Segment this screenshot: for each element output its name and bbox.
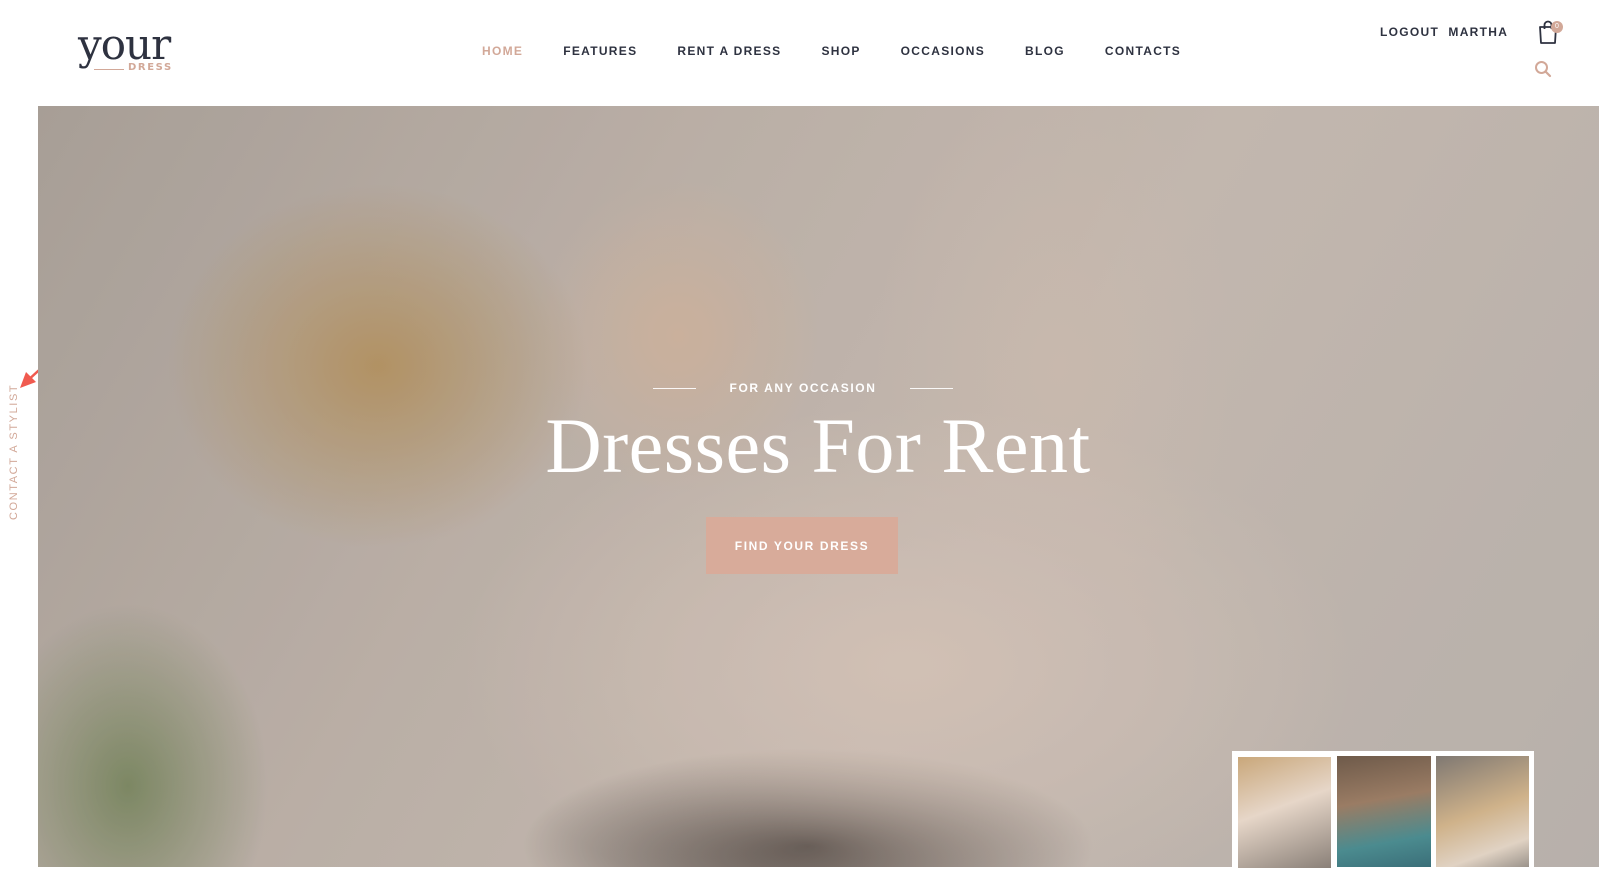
cart-count-badge: 0 — [1551, 21, 1563, 33]
eyebrow-divider-right — [910, 387, 953, 389]
logo-subtitle: DRESS — [128, 62, 173, 73]
hero-title: Dresses For Rent — [545, 402, 1091, 489]
slider-thumbnail-1[interactable] — [1237, 756, 1333, 869]
contact-stylist-link[interactable]: CONTACT A STYLIST — [8, 384, 20, 520]
nav-item-occasions[interactable]: OCCASIONS — [901, 44, 985, 58]
nav-item-home[interactable]: HOME — [482, 44, 523, 58]
main-nav: HOME FEATURES RENT A DRESS SHOP OCCASION… — [482, 43, 1221, 59]
nav-item-contacts[interactable]: CONTACTS — [1105, 44, 1181, 58]
hero-eyebrow: FOR ANY OCCASION — [729, 381, 877, 395]
nav-item-features[interactable]: FEATURES — [563, 44, 637, 58]
eyebrow-divider-left — [653, 387, 696, 389]
hero-eyebrow-group: FOR ANY OCCASION — [653, 378, 953, 398]
user-area: LOGOUT MARTHA — [1380, 25, 1508, 39]
slider-thumbnail-3[interactable] — [1435, 756, 1529, 867]
nav-item-blog[interactable]: BLOG — [1025, 44, 1065, 58]
user-name-link[interactable]: MARTHA — [1448, 25, 1508, 39]
logo[interactable]: your DRESS — [78, 22, 188, 78]
logout-link[interactable]: LOGOUT — [1380, 25, 1439, 39]
nav-item-rent-a-dress[interactable]: RENT A DRESS — [677, 44, 781, 58]
slider-thumbnails — [1232, 751, 1534, 869]
nav-item-shop[interactable]: SHOP — [821, 44, 860, 58]
logo-divider — [94, 69, 124, 70]
site-header: your DRESS HOME FEATURES RENT A DRESS SH… — [0, 0, 1599, 106]
search-button[interactable] — [1534, 60, 1552, 78]
search-icon — [1535, 61, 1552, 78]
find-your-dress-button[interactable]: FIND YOUR DRESS — [706, 517, 898, 574]
slider-thumbnail-2[interactable] — [1337, 756, 1431, 867]
